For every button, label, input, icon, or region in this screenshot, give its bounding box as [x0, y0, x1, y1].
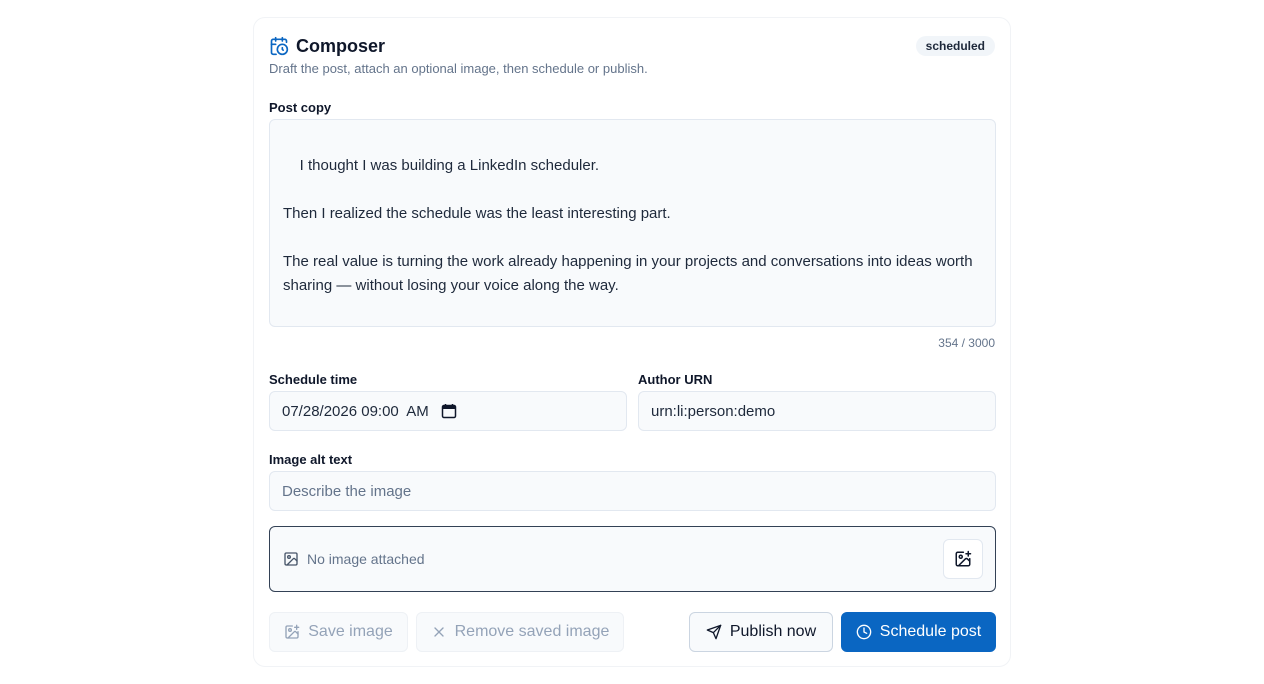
author-urn-label: Author URN [638, 372, 713, 387]
image-alt-placeholder: Describe the image [282, 482, 412, 500]
schedule-post-button[interactable]: Schedule post [841, 612, 996, 652]
remove-saved-image-button[interactable]: Remove saved image [416, 612, 624, 652]
publish-now-button[interactable]: Publish now [689, 612, 833, 652]
composer-card: Composer Draft the post, attach an optio… [253, 17, 1011, 667]
author-urn-value: urn:li:person:demo [651, 402, 776, 420]
schedule-time-label: Schedule time [269, 372, 358, 387]
image-plus-icon [284, 624, 300, 640]
post-copy-textarea[interactable]: I thought I was building a LinkedIn sche… [269, 119, 996, 327]
status-badge: scheduled [915, 36, 995, 56]
image-alt-input[interactable]: Describe the image [269, 471, 996, 511]
calendar-clock-icon [269, 36, 289, 56]
image-icon [283, 551, 299, 567]
image-dropzone[interactable]: No image attached [269, 526, 996, 592]
schedule-post-label: Schedule post [879, 623, 982, 640]
schedule-time-value: 07/28/2026 09:00 AM [282, 402, 429, 420]
resize-handle-icon[interactable] [985, 316, 993, 324]
save-image-label: Save image [308, 623, 393, 640]
author-urn-input[interactable]: urn:li:person:demo [638, 391, 996, 431]
x-icon [431, 624, 447, 640]
send-icon [706, 624, 722, 640]
image-alt-label: Image alt text [269, 452, 353, 467]
page-title: Composer [296, 35, 386, 56]
publish-now-label: Publish now [729, 623, 817, 640]
save-image-button[interactable]: Save image [269, 612, 408, 652]
remove-saved-image-label: Remove saved image [454, 623, 610, 640]
character-counter: 354 / 3000 [938, 336, 995, 350]
page-subtitle: Draft the post, attach an optional image… [269, 61, 648, 76]
clock-icon [856, 624, 872, 640]
title-row: Composer [269, 34, 995, 58]
add-image-button[interactable] [943, 539, 983, 579]
composer-header: Composer Draft the post, attach an optio… [269, 34, 995, 76]
image-plus-icon [954, 550, 972, 568]
schedule-time-input[interactable]: 07/28/2026 09:00 AM [269, 391, 627, 431]
post-copy-label: Post copy [269, 100, 332, 115]
calendar-icon[interactable] [441, 403, 457, 419]
dropzone-text: No image attached [307, 551, 425, 567]
post-copy-text: I thought I was building a LinkedIn sche… [283, 157, 973, 326]
